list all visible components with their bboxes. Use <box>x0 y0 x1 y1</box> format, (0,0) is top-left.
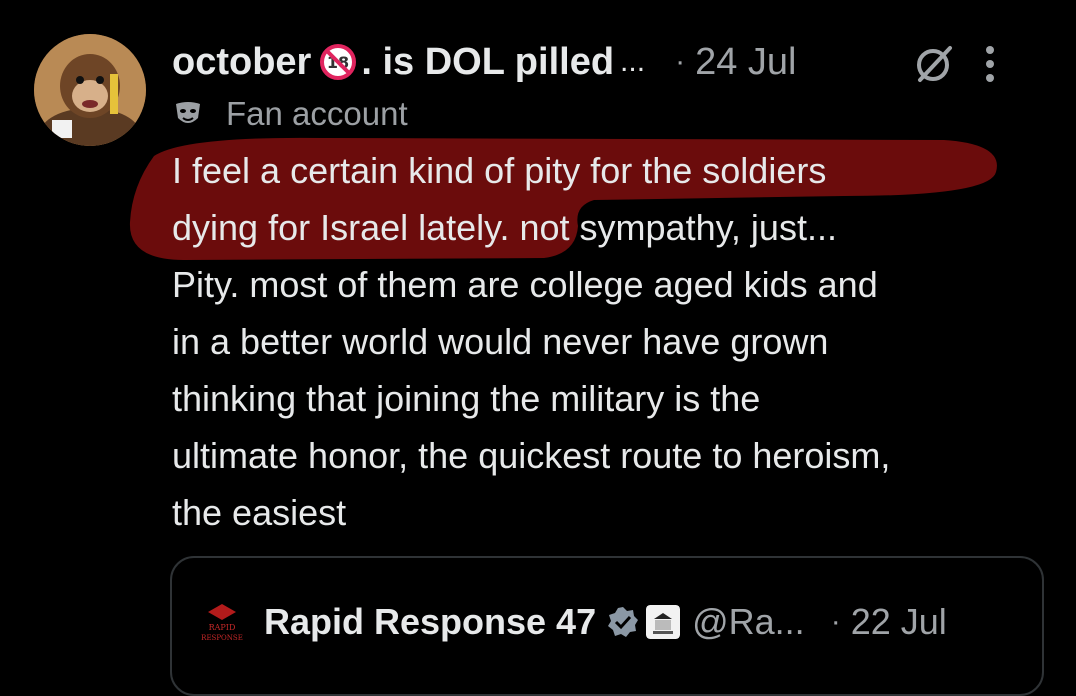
post-text: I feel a certain kind of pity for the so… <box>172 150 891 533</box>
quoted-avatar[interactable]: RAPID RESPONSE <box>194 594 250 650</box>
grok-icon[interactable] <box>914 44 954 84</box>
quoted-display-name[interactable]: Rapid Response 47 <box>264 601 596 643</box>
white-house-badge-icon <box>646 605 681 639</box>
more-icon[interactable] <box>982 42 998 86</box>
header-actions <box>172 36 1046 96</box>
quoted-post-header: RAPID RESPONSE Rapid Response 47 @Ra... … <box>194 594 947 650</box>
quoted-handle[interactable]: @Ra... <box>692 601 805 643</box>
svg-text:RESPONSE: RESPONSE <box>201 634 243 642</box>
verified-icon <box>608 607 639 637</box>
quoted-date[interactable]: 22 Jul <box>851 601 947 643</box>
quoted-post-card[interactable]: RAPID RESPONSE Rapid Response 47 @Ra... … <box>170 556 1044 696</box>
svg-text:RAPID: RAPID <box>209 623 236 632</box>
quoted-separator-dot: · <box>830 605 841 638</box>
